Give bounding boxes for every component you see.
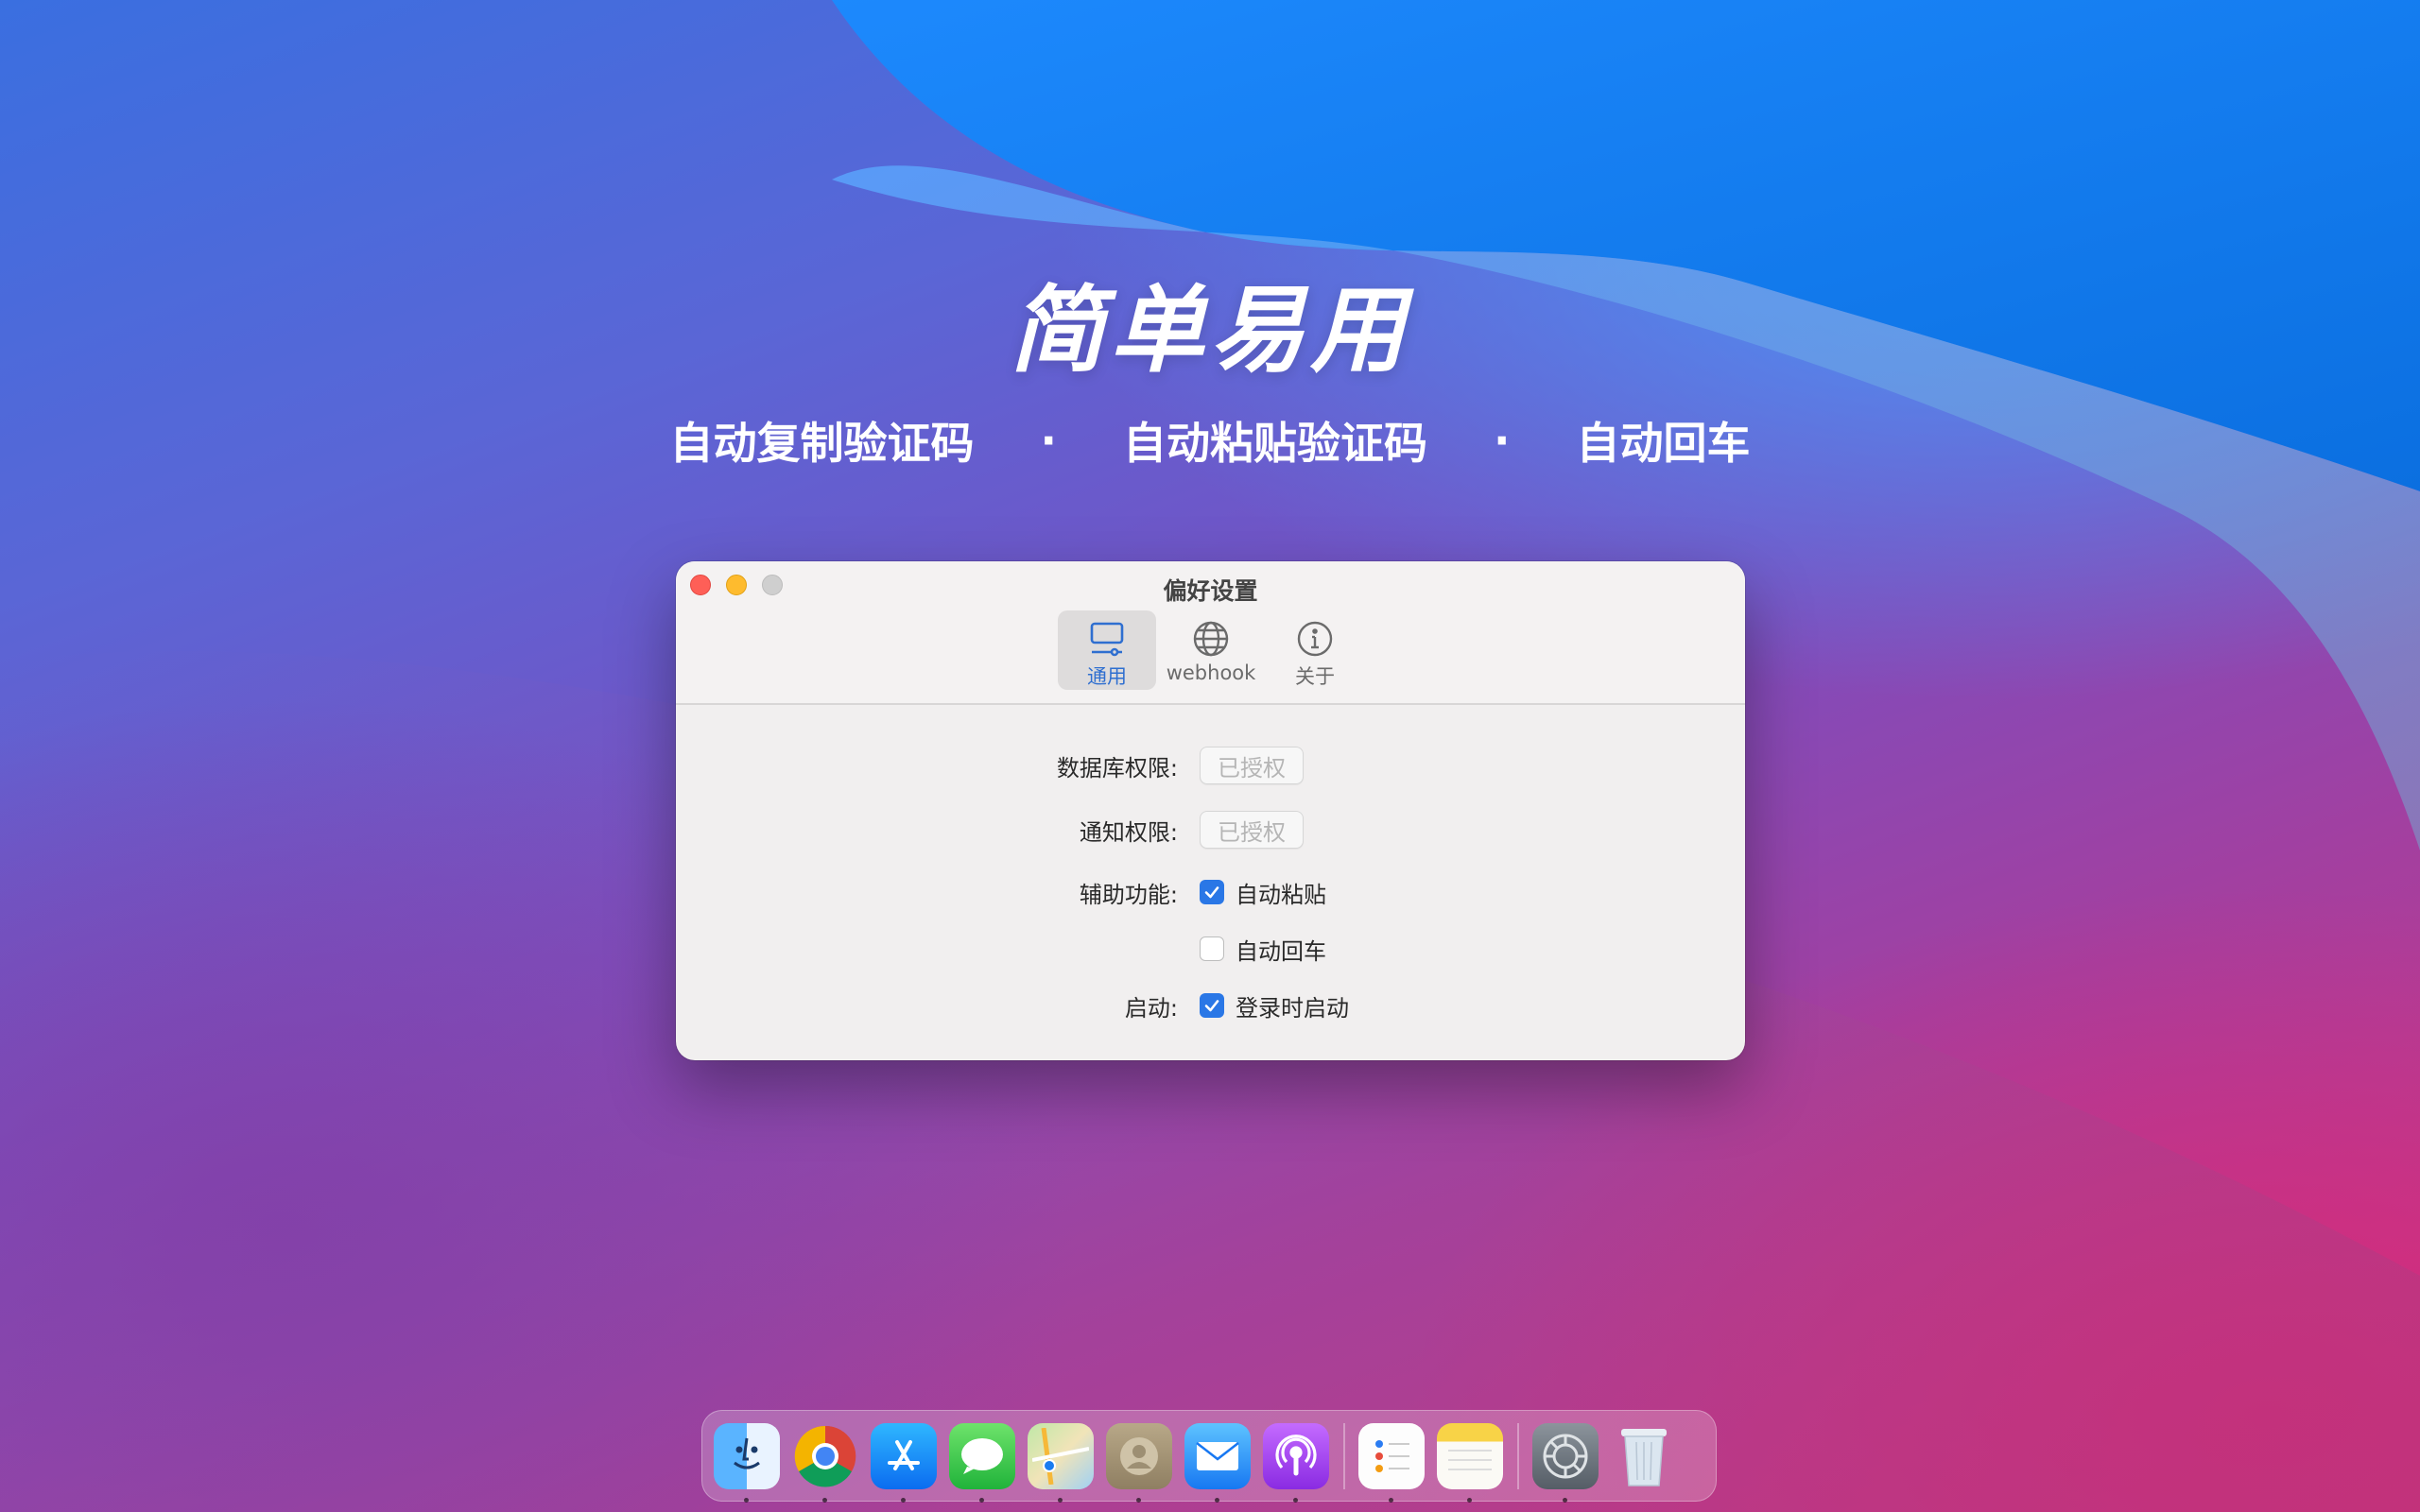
window-toolbar: 偏好设置 通用 webhook 关于 <box>676 561 1745 705</box>
globe-icon <box>1193 621 1229 657</box>
auto-enter-row: 自动回车 <box>676 930 1745 968</box>
info-icon <box>1297 621 1333 657</box>
dock <box>701 1410 1717 1503</box>
notes-icon[interactable] <box>1437 1422 1503 1503</box>
checkbox-checked-icon <box>1200 880 1224 904</box>
dock-separator <box>1343 1422 1345 1489</box>
messages-icon[interactable] <box>949 1422 1015 1503</box>
trash-icon[interactable] <box>1611 1423 1677 1489</box>
launch-at-login-checkbox[interactable]: 登录时启动 <box>1200 989 1349 1022</box>
monitor-icon <box>1090 622 1124 657</box>
notify-permission-row: 通知权限: 已授权 <box>676 811 1745 849</box>
auto-paste-label: 自动粘贴 <box>1236 881 1326 908</box>
tab-webhook-label: webhook <box>1166 662 1256 684</box>
finder-icon[interactable] <box>714 1422 780 1503</box>
chrome-icon[interactable] <box>792 1423 858 1503</box>
app-store-icon[interactable] <box>871 1422 937 1503</box>
preferences-tabs: 通用 webhook 关于 <box>1058 610 1364 690</box>
window-title: 偏好设置 <box>1163 577 1258 605</box>
maps-icon[interactable] <box>1028 1422 1094 1503</box>
tab-about[interactable]: 关于 <box>1266 610 1364 690</box>
system-preferences-icon[interactable] <box>1532 1422 1599 1503</box>
feature-auto-enter: 自动回车 <box>1576 418 1751 469</box>
auto-paste-checkbox[interactable]: 自动粘贴 <box>1200 876 1326 909</box>
feature-auto-paste: 自动粘贴验证码 <box>1123 418 1427 469</box>
accessibility-row: 辅助功能: 自动粘贴 <box>676 873 1745 911</box>
checkbox-unchecked-icon <box>1200 936 1224 961</box>
checkbox-checked-icon <box>1200 993 1224 1018</box>
dock-separator <box>1517 1422 1519 1489</box>
auto-enter-label: 自动回车 <box>1236 937 1326 965</box>
startup-label: 启动: <box>1124 994 1178 1022</box>
mail-icon[interactable] <box>1184 1422 1251 1503</box>
auto-enter-checkbox[interactable]: 自动回车 <box>1200 933 1326 966</box>
launch-at-login-label: 登录时启动 <box>1236 994 1349 1022</box>
accessibility-label: 辅助功能: <box>1079 881 1178 908</box>
notify-permission-button[interactable]: 已授权 <box>1200 811 1304 849</box>
podcasts-icon[interactable] <box>1263 1422 1329 1503</box>
preferences-window: 偏好设置 通用 webhook 关于 数据库权限: 已授权 通知权限: 已授权 … <box>676 561 1745 1060</box>
db-permission-button[interactable]: 已授权 <box>1200 747 1304 784</box>
hero-title: 简单易用 <box>1010 275 1410 386</box>
db-permission-label: 数据库权限: <box>1056 754 1178 782</box>
hero-features: 自动复制验证码 · 自动粘贴验证码 · 自动回车 <box>0 409 2420 472</box>
tab-about-label: 关于 <box>1295 665 1335 688</box>
tab-general-label: 通用 <box>1087 665 1127 688</box>
notify-permission-label: 通知权限: <box>1079 818 1178 846</box>
contacts-icon[interactable] <box>1106 1422 1172 1503</box>
startup-row: 启动: 登录时启动 <box>676 987 1745 1024</box>
db-permission-row: 数据库权限: 已授权 <box>676 747 1745 784</box>
reminders-icon[interactable] <box>1358 1422 1425 1503</box>
feature-separator: · <box>1040 415 1057 466</box>
feature-auto-copy: 自动复制验证码 <box>669 418 975 469</box>
feature-separator: · <box>1494 415 1511 466</box>
tab-general[interactable]: 通用 <box>1058 610 1156 690</box>
tab-webhook[interactable]: webhook <box>1162 610 1260 690</box>
